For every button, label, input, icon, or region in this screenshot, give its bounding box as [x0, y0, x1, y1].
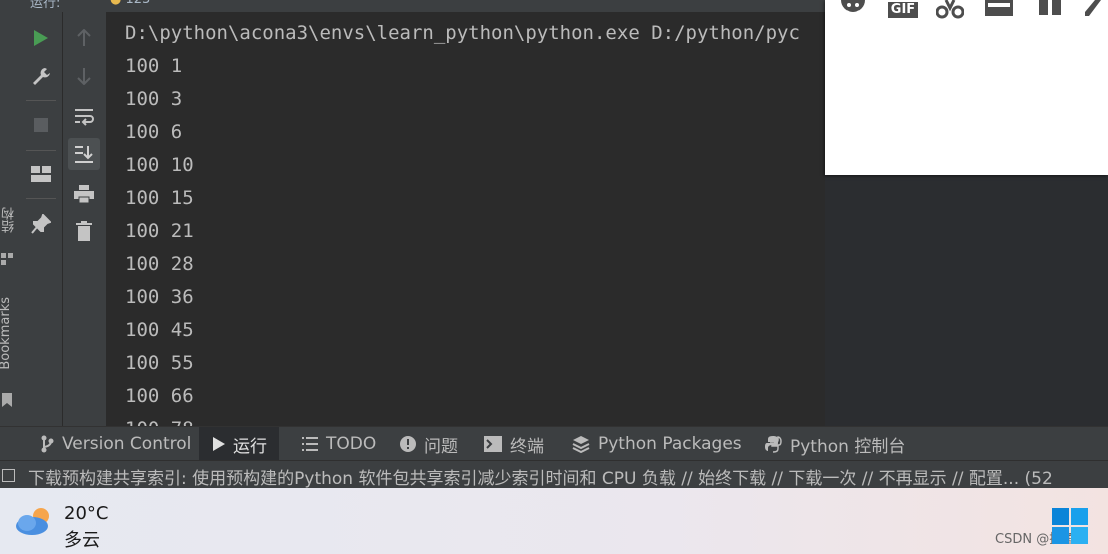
bookmark-icon	[2, 392, 12, 411]
run-tab-label[interactable]: 运行:	[30, 0, 60, 11]
run-toolbar-left	[20, 12, 63, 426]
console-line: 100 28	[125, 253, 194, 275]
clear-all-button[interactable]	[68, 215, 100, 247]
tab-python-console[interactable]: Python 控制台	[760, 427, 909, 461]
tab-label: Python 控制台	[790, 436, 906, 457]
bookmarks-tab[interactable]: Bookmarks	[0, 297, 13, 370]
table-button[interactable]	[983, 0, 1015, 20]
weather-condition: 多云	[64, 530, 100, 551]
print-button[interactable]	[68, 178, 100, 210]
gif-label: GIF	[887, 2, 919, 18]
emoji-button[interactable]	[839, 0, 867, 20]
windows-start-button[interactable]	[1052, 508, 1088, 548]
quote-icon	[1039, 0, 1061, 15]
console-line: 100 21	[125, 220, 194, 242]
branch-icon	[41, 435, 54, 453]
arrow-up-icon	[77, 29, 91, 46]
console-line: 100 1	[125, 55, 183, 77]
emoji-icon	[841, 0, 865, 15]
console-line: 100 78	[125, 418, 194, 426]
tab-terminal[interactable]: 终端	[480, 427, 548, 461]
play-icon	[34, 30, 48, 46]
trash-icon	[76, 221, 92, 241]
tab-run[interactable]: 运行	[199, 427, 279, 461]
status-toggle-icon[interactable]	[2, 469, 15, 482]
file-tab-label: 123	[125, 0, 150, 7]
console-output[interactable]: D:\python\acona3\envs\learn_python\pytho…	[107, 12, 825, 426]
tab-label: 终端	[510, 436, 544, 457]
tab-version-control[interactable]: Version Control	[36, 427, 195, 461]
bookmarks-label: Bookmarks	[0, 297, 13, 370]
file-tab[interactable]: ● 123	[110, 0, 150, 7]
status-notification-text[interactable]: 下载预构建共享索引: 使用预构建的Python 软件包共享索引减少索引时间和 C…	[28, 464, 1053, 489]
arrow-down-icon	[77, 68, 91, 85]
tab-python-packages[interactable]: Python Packages	[568, 427, 746, 461]
structure-tab[interactable]: 结构	[0, 207, 19, 233]
console-line: 100 15	[125, 187, 194, 209]
table-icon	[985, 0, 1013, 16]
tab-label: 运行	[233, 436, 267, 457]
taskbar: 20°C 多云 CSDN @摸鱼鱼	[0, 488, 1108, 554]
printer-icon	[74, 185, 94, 203]
cloud-sun-icon	[16, 508, 49, 535]
tool-window-bar: Version Control 运行 TODO 问题 终端 Python Pac…	[0, 426, 1108, 461]
console-line: 100 55	[125, 352, 194, 374]
scroll-to-end-button[interactable]	[68, 138, 100, 170]
tab-label: Version Control	[62, 434, 192, 454]
quote-button[interactable]	[1035, 0, 1065, 20]
left-side-strip: 结构 Bookmarks	[0, 12, 21, 426]
tab-label: TODO	[326, 434, 377, 454]
gif-button[interactable]: GIF	[887, 0, 919, 20]
layers-icon	[572, 436, 590, 453]
stop-button[interactable]	[25, 109, 57, 141]
layout-button[interactable]	[25, 158, 57, 190]
console-line: 100 6	[125, 121, 183, 143]
console-line: D:\python\acona3\envs\learn_python\pytho…	[125, 22, 800, 44]
wrench-icon	[33, 68, 50, 85]
tab-label: 问题	[424, 436, 458, 457]
info-icon	[400, 436, 416, 452]
tab-problems[interactable]: 问题	[396, 427, 462, 461]
tab-label: Python Packages	[598, 434, 742, 454]
console-line: 100 36	[125, 286, 194, 308]
modify-config-button[interactable]	[25, 60, 57, 92]
play-icon	[213, 437, 225, 451]
python-icon	[765, 436, 782, 453]
console-line: 100 10	[125, 154, 194, 176]
status-bar: 下载预构建共享索引: 使用预构建的Python 软件包共享索引减少索引时间和 C…	[0, 460, 1108, 489]
run-toolbar-right	[63, 12, 107, 426]
list-icon	[302, 437, 318, 451]
pin-tab-button[interactable]	[25, 208, 57, 240]
terminal-icon	[484, 436, 502, 452]
pencil-icon	[1085, 0, 1101, 16]
weather-widget[interactable]	[14, 506, 56, 542]
mindmap-button[interactable]	[935, 0, 965, 20]
console-line: 100 45	[125, 319, 194, 341]
editor-toolbar-popup: GIF	[825, 0, 1108, 175]
weather-temperature: 20°C	[64, 503, 109, 524]
edit-button[interactable]	[1081, 0, 1107, 20]
wrap-icon	[75, 109, 94, 126]
pin-icon	[31, 214, 51, 234]
python-file-icon: ●	[110, 0, 121, 7]
stop-icon	[34, 118, 48, 132]
mindmap-icon	[936, 0, 964, 19]
down-stack-button[interactable]	[68, 60, 100, 92]
scroll-end-icon	[75, 146, 93, 163]
soft-wrap-button[interactable]	[68, 101, 100, 133]
windows-logo-icon	[1052, 508, 1088, 544]
rerun-button[interactable]	[25, 22, 57, 54]
console-line: 100 66	[125, 385, 194, 407]
structure-icon	[1, 250, 13, 265]
layout-icon	[31, 166, 51, 182]
structure-label: 结构	[2, 207, 17, 233]
tab-todo[interactable]: TODO	[298, 427, 380, 461]
console-line: 100 3	[125, 88, 183, 110]
up-stack-button[interactable]	[68, 22, 100, 54]
